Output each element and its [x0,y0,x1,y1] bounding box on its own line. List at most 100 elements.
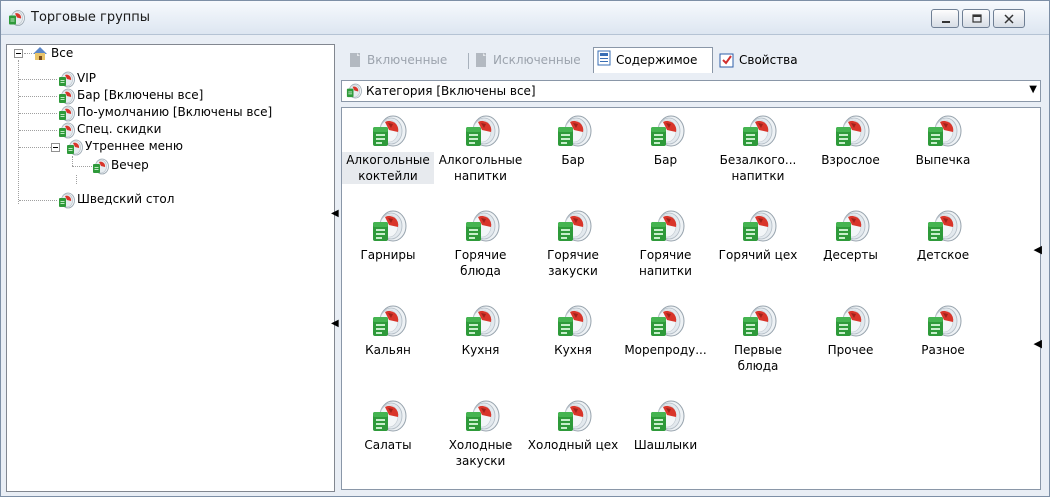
group-tree[interactable]: Все VIP Бар [Включены все] По-умолчанию … [6,44,335,492]
category-label-line: Холодные [448,438,513,452]
category-tile[interactable]: Детское [897,203,989,293]
category-label: Бар [527,152,619,168]
tab-properties[interactable]: Свойства [717,50,813,72]
category-folder-icon [923,304,963,340]
category-label-line: Разное [921,343,965,357]
trade-groups-window: Торговые группы Все VIP Бар [Включены вс… [0,0,1050,497]
trade-group-icon [57,88,75,105]
category-tile[interactable]: Горячие напитки [620,203,712,293]
category-label-line: Салаты [364,438,412,452]
category-label: Детское [897,247,989,263]
category-folder-icon [923,209,963,245]
trade-group-icon [345,83,362,99]
category-label: Холодный цех [527,437,619,453]
category-tile[interactable]: Шашлыки [620,393,712,483]
category-tile[interactable]: Взрослое [805,108,897,198]
category-tile[interactable]: Бар [527,108,619,198]
minimize-icon [942,21,950,23]
category-label-line: Безалкого... [719,153,797,167]
category-tile[interactable]: Алкогольные коктейли [342,108,434,198]
category-label: Гарниры [342,247,434,263]
category-label-line: закуски [548,264,598,278]
category-folder-icon [461,114,501,150]
category-tile[interactable]: Безалкого... напитки [712,108,804,198]
category-label: Алкогольные напитки [435,152,527,184]
category-folder-icon [646,399,686,435]
category-label-line: Кухня [554,343,592,357]
window-title: Торговые группы [31,10,151,25]
checkbox-properties-icon [719,53,734,68]
category-tile[interactable]: Горячие закуски [527,203,619,293]
category-tile[interactable]: Разное [897,298,989,388]
category-label: Горячие закуски [527,247,619,279]
category-folder-icon [368,399,408,435]
scroll-arrow-icon[interactable]: ◀ [1034,243,1042,256]
category-tile[interactable]: Десерты [805,203,897,293]
category-label-line: Бар [561,153,585,167]
close-button[interactable] [993,9,1025,28]
category-tile[interactable]: Горячие блюда [435,203,527,293]
category-label: Шашлыки [620,437,712,453]
scroll-arrow-icon[interactable]: ◀ [1034,337,1042,350]
tab-excluded[interactable]: Исключенные [471,50,595,72]
category-label: Кухня [527,342,619,358]
category-label: Кальян [342,342,434,358]
category-label-line: блюда [460,264,501,278]
category-tile[interactable]: Холодный цех [527,393,619,483]
category-tile[interactable]: Бар [620,108,712,198]
category-label-line: Кухня [461,343,500,357]
category-label-line: Выпечка [915,153,971,167]
category-tile[interactable]: Горячий цех [712,203,804,293]
maximize-button[interactable] [962,9,990,28]
tab-contents[interactable]: Содержимое [593,47,713,73]
category-select[interactable]: Категория [Включены все] ▼ [341,80,1041,102]
trade-group-icon [7,9,25,27]
category-tile[interactable]: Гарниры [342,203,434,293]
category-label-line: Первые [734,343,782,357]
maximize-icon [972,14,982,23]
content-icon [597,50,611,66]
chevron-down-icon[interactable]: ▼ [1029,84,1037,95]
category-label-line: блюда [737,359,779,373]
tab-included[interactable]: Включенные [345,50,471,72]
trade-group-icon [57,122,75,139]
category-folder-icon [831,304,871,340]
category-label-line: Бар [653,153,678,167]
collapse-morning-menu-toggle[interactable] [51,143,60,152]
category-label: Холодные закуски [435,437,527,469]
category-grid[interactable]: Алкогольные коктейли Алкогольные напитки Бар… [341,107,1041,490]
category-tile[interactable]: Морепроду... [620,298,712,388]
document-icon [350,53,360,67]
category-tile[interactable]: Прочее [805,298,897,388]
document-icon [476,53,486,67]
category-tile[interactable]: Холодные закуски [435,393,527,483]
category-tile[interactable]: Первые блюда [712,298,804,388]
category-tile[interactable]: Кухня [435,298,527,388]
category-folder-icon [738,209,778,245]
trade-group-icon [57,192,75,209]
category-tile[interactable]: Кальян [342,298,434,388]
category-folder-icon [461,209,501,245]
category-folder-icon [738,304,778,340]
category-label-line: Морепроду... [624,343,707,357]
category-label-line: Холодный цех [527,438,619,452]
category-tile[interactable]: Алкогольные напитки [435,108,527,198]
category-select-value: Категория [Включены все] [366,84,536,98]
collapse-all-toggle[interactable] [14,49,23,58]
trade-group-icon [57,71,75,88]
category-label: Кухня [435,342,527,358]
category-label-line: напитки [639,264,692,278]
category-label-line: Прочее [827,343,874,357]
category-label: Взрослое [805,152,897,168]
category-tile[interactable]: Кухня [527,298,619,388]
category-tile[interactable]: Выпечка [897,108,989,198]
category-folder-icon [553,304,593,340]
splitter-arrow-icon: ◀ [331,318,339,329]
minimize-button[interactable] [931,9,959,28]
category-tile[interactable]: Салаты [342,393,434,483]
pane-splitter[interactable]: ◀ ◀ [330,201,339,341]
category-label-line: напитки [731,169,785,183]
category-folder-icon [553,399,593,435]
category-label: Первые блюда [712,342,804,374]
category-label-line: Горячие [639,248,692,262]
